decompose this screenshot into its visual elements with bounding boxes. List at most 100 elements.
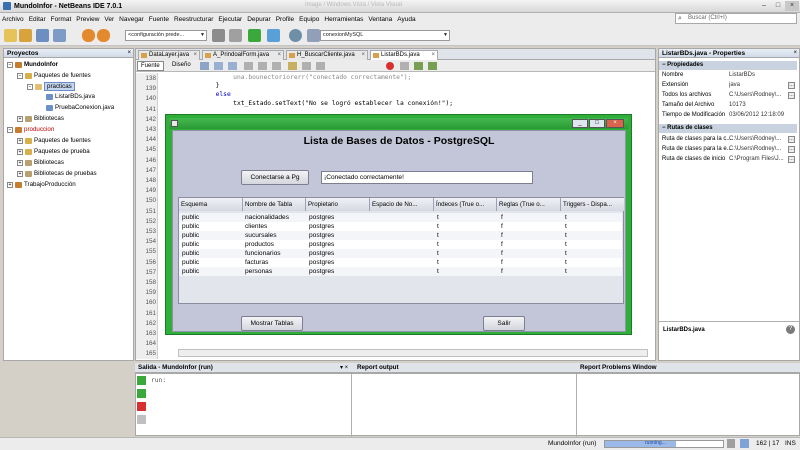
table-cell[interactable]: t bbox=[565, 222, 621, 231]
open-project-icon[interactable] bbox=[36, 29, 49, 42]
tree-item-libraries[interactable]: + Bibliotecas bbox=[17, 115, 64, 122]
dialog-close-button[interactable]: × bbox=[606, 119, 624, 128]
property-row[interactable]: Nombre ListarBDs bbox=[659, 71, 797, 80]
table-cell[interactable]: t bbox=[565, 249, 621, 258]
table-cell[interactable]: t bbox=[437, 267, 497, 276]
column-header[interactable]: Espacio de No... bbox=[370, 198, 434, 211]
table-cell[interactable]: public bbox=[182, 258, 242, 267]
database-icon[interactable] bbox=[307, 29, 320, 42]
property-row[interactable]: Tamaño del Archivo 10173 bbox=[659, 101, 797, 110]
menu-ejecutar[interactable]: Ejecutar bbox=[218, 16, 242, 23]
table-cell[interactable]: public bbox=[182, 222, 242, 231]
close-icon[interactable]: × bbox=[277, 51, 281, 60]
find-icon[interactable] bbox=[244, 62, 253, 70]
column-header[interactable]: Esquema bbox=[179, 198, 243, 211]
history-icon[interactable] bbox=[200, 62, 209, 70]
tab-output[interactable]: Salida - MundoInfor (run) bbox=[138, 364, 213, 371]
table-cell[interactable]: postgres bbox=[309, 240, 369, 249]
clear-output-icon[interactable] bbox=[137, 415, 146, 424]
table-row[interactable]: public personas postgres t f t bbox=[179, 267, 622, 276]
connection-status-field[interactable]: ¡Conectado correctamente! bbox=[321, 171, 533, 184]
property-row[interactable]: Ruta de clases para la c... C:\Users\Rodn… bbox=[659, 135, 797, 144]
menu-reestructurar[interactable]: Reestructurar bbox=[174, 16, 213, 23]
rerun-with-params-icon[interactable] bbox=[137, 389, 146, 398]
menu-profile[interactable]: Profile bbox=[276, 16, 294, 23]
property-row[interactable]: Extensión java… bbox=[659, 81, 797, 90]
table-cell[interactable]: public bbox=[182, 267, 242, 276]
horizontal-scrollbar[interactable] bbox=[178, 349, 648, 357]
table-cell[interactable]: clientes bbox=[245, 222, 305, 231]
table-cell[interactable]: f bbox=[501, 213, 561, 222]
uncomment-icon[interactable] bbox=[428, 62, 437, 70]
table-cell[interactable]: t bbox=[565, 258, 621, 267]
tree-item-produccion[interactable]: − produccion bbox=[7, 126, 54, 133]
find-next-icon[interactable] bbox=[272, 62, 281, 70]
menu-archivo[interactable]: Archivo bbox=[2, 16, 24, 23]
ellipsis-button[interactable]: … bbox=[788, 146, 795, 153]
menu-fuente[interactable]: Fuente bbox=[149, 16, 169, 23]
tab-datalayer[interactable]: DataLayer.java × bbox=[138, 50, 200, 60]
menu-herramientas[interactable]: Herramientas bbox=[324, 16, 363, 23]
ellipsis-button[interactable]: … bbox=[788, 82, 795, 89]
tree-item-source-packages-2[interactable]: + Paquetes de fuentes bbox=[17, 137, 91, 144]
close-icon[interactable]: × bbox=[193, 51, 197, 60]
table-cell[interactable]: t bbox=[437, 231, 497, 240]
table-cell[interactable]: t bbox=[565, 213, 621, 222]
property-row[interactable]: Ruta de clases de inicio C:\Program Files… bbox=[659, 155, 797, 164]
table-cell[interactable]: t bbox=[565, 231, 621, 240]
menu-equipo[interactable]: Equipo bbox=[299, 16, 319, 23]
tree-item-test-libraries[interactable]: + Bibliotecas de pruebas bbox=[17, 170, 97, 177]
collapse-icon[interactable]: − bbox=[17, 72, 23, 79]
expand-icon[interactable]: + bbox=[17, 137, 23, 144]
tab-listarbds[interactable]: ListarBDs.java × bbox=[370, 50, 438, 60]
new-file-icon[interactable] bbox=[4, 29, 17, 42]
table-cell[interactable]: f bbox=[501, 240, 561, 249]
search-input[interactable]: ⌕ Buscar (Ctrl+I) bbox=[675, 13, 797, 24]
table-cell[interactable]: t bbox=[437, 222, 497, 231]
column-header[interactable]: Propietario bbox=[306, 198, 370, 211]
table-cell[interactable]: postgres bbox=[309, 231, 369, 240]
table-row[interactable]: public clientes postgres t f t bbox=[179, 222, 622, 231]
dialog-maximize-button[interactable]: □ bbox=[589, 119, 605, 128]
close-icon[interactable]: × bbox=[793, 49, 797, 58]
run-icon[interactable] bbox=[248, 29, 261, 42]
expand-icon[interactable]: + bbox=[17, 159, 23, 166]
table-cell[interactable]: t bbox=[437, 213, 497, 222]
tab-report-output[interactable]: Report output bbox=[357, 364, 399, 371]
menu-depurar[interactable]: Depurar bbox=[247, 16, 270, 23]
menu-navegar[interactable]: Navegar bbox=[119, 16, 144, 23]
column-header[interactable]: Triggers - Dispa... bbox=[561, 198, 624, 211]
tree-item-mundoinfor[interactable]: − MundoInfor bbox=[7, 61, 58, 68]
menu-ver[interactable]: Ver bbox=[104, 16, 114, 23]
table-cell[interactable]: public bbox=[182, 249, 242, 258]
table-row[interactable]: public sucursales postgres t f t bbox=[179, 231, 622, 240]
new-project-icon[interactable] bbox=[19, 29, 32, 42]
table-cell[interactable]: f bbox=[501, 267, 561, 276]
table-cell[interactable]: f bbox=[501, 231, 561, 240]
tree-item-practicas[interactable]: − practicas bbox=[27, 82, 75, 91]
tab-buscarcliente[interactable]: H_BuscarCliente.java × bbox=[286, 50, 368, 60]
tab-design-mode[interactable]: Diseño bbox=[169, 61, 194, 71]
tree-item-libraries-2[interactable]: + Bibliotecas bbox=[17, 159, 64, 166]
collapse-icon[interactable]: − bbox=[27, 83, 33, 90]
menu-preview[interactable]: Preview bbox=[76, 16, 99, 23]
table-cell[interactable]: facturas bbox=[245, 258, 305, 267]
table-cell[interactable]: personas bbox=[245, 267, 305, 276]
table-row[interactable]: public productos postgres t f t bbox=[179, 240, 622, 249]
stop-icon[interactable] bbox=[137, 402, 146, 411]
find-previous-icon[interactable] bbox=[258, 62, 267, 70]
tree-item-test-packages[interactable]: + Paquetes de prueba bbox=[17, 148, 90, 155]
configuration-combo[interactable]: <configuración prede... ▼ bbox=[125, 30, 207, 41]
profile-icon[interactable] bbox=[289, 29, 302, 42]
table-cell[interactable]: f bbox=[501, 249, 561, 258]
clean-build-icon[interactable] bbox=[229, 29, 242, 42]
property-row[interactable]: Tiempo de Modificación 03/06/2012 12:18:0… bbox=[659, 111, 797, 120]
table-cell[interactable]: f bbox=[501, 258, 561, 267]
connect-pg-button[interactable]: Conectarse a Pg bbox=[241, 170, 309, 185]
tree-item-pruebaconexion[interactable]: PruebaConexion.java bbox=[46, 104, 114, 111]
tab-source-mode[interactable]: Fuente bbox=[137, 61, 164, 71]
shift-left-icon[interactable] bbox=[302, 62, 311, 70]
table-row[interactable]: public nacionalidades postgres t f t bbox=[179, 213, 622, 222]
table-cell[interactable]: public bbox=[182, 213, 242, 222]
collapse-icon[interactable]: − bbox=[7, 126, 13, 133]
